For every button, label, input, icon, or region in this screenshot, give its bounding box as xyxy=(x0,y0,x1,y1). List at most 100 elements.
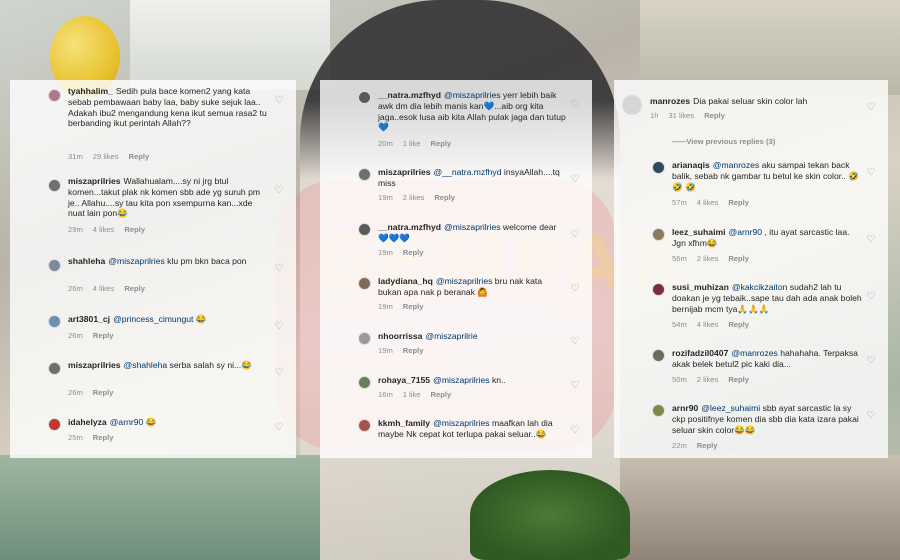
reply-button[interactable]: Reply xyxy=(124,284,145,293)
reply-button[interactable]: Reply xyxy=(431,139,452,148)
heart-outline-icon[interactable]: ♡ xyxy=(866,411,876,421)
reply-button[interactable]: Reply xyxy=(93,388,114,397)
heart-outline-icon[interactable]: ♡ xyxy=(570,100,580,110)
comment-mention[interactable]: @manrozes xyxy=(731,348,777,358)
reply-button[interactable]: Reply xyxy=(431,390,452,399)
reply-button[interactable]: Reply xyxy=(124,225,145,234)
comment-mention[interactable]: @kakcikzaiton xyxy=(732,282,788,292)
comment-mention[interactable]: @miszaprilries xyxy=(436,276,492,286)
heart-outline-icon[interactable]: ♡ xyxy=(274,264,284,274)
avatar-icon[interactable] xyxy=(358,332,371,345)
comment-likes[interactable]: 2 likes xyxy=(697,254,719,263)
comment-username[interactable]: nhoorrissa xyxy=(378,331,422,341)
heart-outline-icon[interactable]: ♡ xyxy=(570,381,580,391)
comment-likes[interactable]: 4 likes xyxy=(93,284,115,293)
heart-outline-icon[interactable]: ♡ xyxy=(866,235,876,245)
comment-username[interactable]: ladydiana_hq xyxy=(378,276,433,286)
avatar-icon[interactable] xyxy=(652,404,665,417)
avatar-icon[interactable] xyxy=(358,168,371,181)
comment-username[interactable]: __natra.mzfhyd xyxy=(378,222,441,232)
avatar-icon[interactable] xyxy=(652,161,665,174)
comment-mention[interactable]: @miszaprilrie xyxy=(425,331,477,341)
avatar-icon[interactable] xyxy=(358,376,371,389)
reply-button[interactable]: Reply xyxy=(93,331,114,340)
avatar-icon[interactable] xyxy=(652,228,665,241)
heart-outline-icon[interactable]: ♡ xyxy=(274,423,284,433)
comment-mention[interactable]: @miszaprilries xyxy=(108,256,164,266)
reply-button[interactable]: Reply xyxy=(728,320,749,329)
heart-outline-icon[interactable]: ♡ xyxy=(570,175,580,185)
reply-button[interactable]: Reply xyxy=(403,248,424,257)
avatar-icon[interactable] xyxy=(652,349,665,362)
comment-username[interactable]: manrozes xyxy=(650,96,690,106)
comment-mention[interactable]: @arnr90 xyxy=(110,417,144,427)
comment-mention[interactable]: @princess_cimungut xyxy=(113,314,193,324)
comment-username[interactable]: leez_suhaimi xyxy=(672,227,726,237)
heart-outline-icon[interactable]: ♡ xyxy=(570,337,580,347)
avatar-icon[interactable] xyxy=(652,283,665,296)
reply-button[interactable]: Reply xyxy=(403,302,424,311)
reply-button[interactable]: Reply xyxy=(93,433,114,442)
avatar-icon[interactable] xyxy=(48,89,61,102)
reply-button[interactable]: Reply xyxy=(434,193,455,202)
comment-mention[interactable]: @shahleha xyxy=(124,360,168,370)
reply-button[interactable]: Reply xyxy=(403,346,424,355)
comment-username[interactable]: susi_muhizan xyxy=(672,282,729,292)
comment-likes[interactable]: 29 likes xyxy=(93,152,119,161)
reply-button[interactable]: Reply xyxy=(129,152,150,161)
heart-outline-icon[interactable]: ♡ xyxy=(570,426,580,436)
comment-username[interactable]: miszaprilries xyxy=(68,360,121,370)
comment-likes[interactable]: 2 likes xyxy=(697,375,719,384)
reply-button[interactable]: Reply xyxy=(728,375,749,384)
comment-likes[interactable]: 31 likes xyxy=(668,111,694,120)
comment-username[interactable]: arianaqis xyxy=(672,160,710,170)
comment-username[interactable]: kkmh_family xyxy=(378,418,430,428)
comment-username[interactable]: idahelyza xyxy=(68,417,107,427)
comment-mention[interactable]: @miszaprilries xyxy=(433,375,489,385)
comment-mention[interactable]: @arnr90 xyxy=(729,227,763,237)
avatar-icon[interactable] xyxy=(48,315,61,328)
comment-likes[interactable]: 4 likes xyxy=(93,225,115,234)
avatar-icon[interactable] xyxy=(622,95,642,115)
reply-button[interactable]: Reply xyxy=(728,198,749,207)
comment-likes[interactable]: 4 likes xyxy=(697,320,719,329)
heart-outline-icon[interactable]: ♡ xyxy=(274,186,284,196)
heart-outline-icon[interactable]: ♡ xyxy=(866,168,876,178)
comment-mention[interactable]: @miszaprilries xyxy=(433,418,489,428)
reply-button[interactable]: Reply xyxy=(704,111,725,120)
comment-username[interactable]: tyahhalim_ xyxy=(68,86,113,96)
comment-likes[interactable]: 1 like xyxy=(403,139,421,148)
avatar-icon[interactable] xyxy=(358,277,371,290)
heart-outline-icon[interactable]: ♡ xyxy=(274,96,284,106)
view-previous-replies[interactable]: View previous replies (3) xyxy=(672,137,775,146)
comment-likes[interactable]: 1 like xyxy=(403,390,421,399)
comment-username[interactable]: arnr90 xyxy=(672,403,698,413)
avatar-icon[interactable] xyxy=(48,362,61,375)
comment-username[interactable]: art3801_cj xyxy=(68,314,110,324)
comment-likes[interactable]: 4 likes xyxy=(697,198,719,207)
heart-outline-icon[interactable]: ♡ xyxy=(274,368,284,378)
comment-username[interactable]: shahleha xyxy=(68,256,105,266)
avatar-icon[interactable] xyxy=(48,259,61,272)
heart-outline-icon[interactable]: ♡ xyxy=(866,356,876,366)
heart-outline-icon[interactable]: ♡ xyxy=(570,284,580,294)
comment-likes[interactable]: 2 likes xyxy=(403,193,425,202)
heart-outline-icon[interactable]: ♡ xyxy=(866,292,876,302)
avatar-icon[interactable] xyxy=(358,419,371,432)
comment-username[interactable]: rozifadzil0407 xyxy=(672,348,728,358)
comment-mention[interactable]: @miszaprilries xyxy=(444,222,500,232)
avatar-icon[interactable] xyxy=(358,91,371,104)
heart-outline-icon[interactable]: ♡ xyxy=(570,230,580,240)
comment-username[interactable]: miszaprilries xyxy=(378,167,431,177)
heart-outline-icon[interactable]: ♡ xyxy=(274,322,284,332)
comment-username[interactable]: miszaprilries xyxy=(68,176,121,186)
comment-mention[interactable]: @__natra.mzfhyd xyxy=(434,167,502,177)
comment-mention[interactable]: @miszaprilries xyxy=(444,90,500,100)
avatar-icon[interactable] xyxy=(358,223,371,236)
comment-username[interactable]: rohaya_7155 xyxy=(378,375,430,385)
comment-mention[interactable]: @manrozes xyxy=(713,160,759,170)
avatar-icon[interactable] xyxy=(48,418,61,431)
comment-mention[interactable]: @leez_suhaimi xyxy=(701,403,760,413)
heart-outline-icon[interactable]: ♡ xyxy=(866,103,876,113)
reply-button[interactable]: Reply xyxy=(697,441,718,450)
